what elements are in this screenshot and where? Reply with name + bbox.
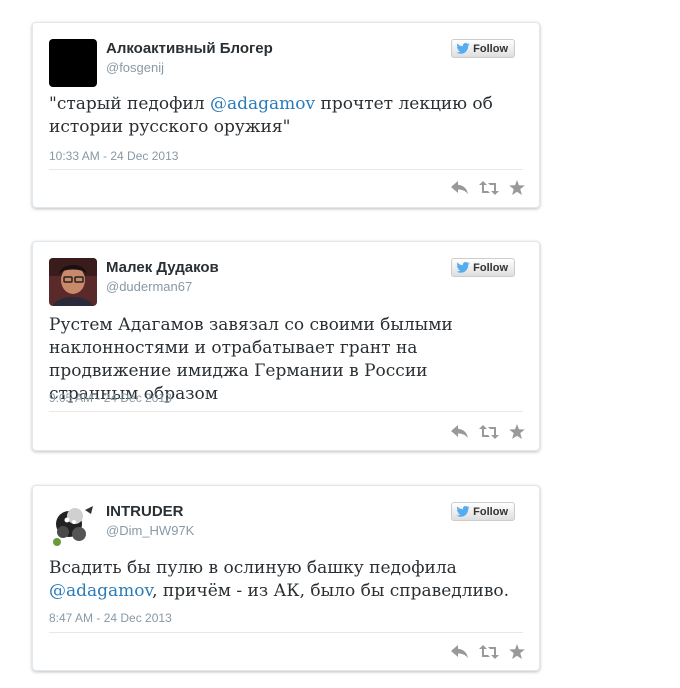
follow-label: Follow (473, 42, 508, 55)
follow-button[interactable]: Follow (451, 39, 515, 58)
reply-icon[interactable] (451, 424, 469, 439)
twitter-bird-icon (456, 506, 470, 517)
twitter-bird-icon (456, 43, 470, 54)
author-name[interactable]: INTRUDER (106, 503, 184, 520)
retweet-icon[interactable] (479, 644, 499, 659)
tweet-actions (451, 424, 525, 439)
mention-link[interactable]: @adagamov (49, 581, 152, 601)
favorite-star-icon[interactable] (509, 424, 525, 439)
twitter-bird-icon (456, 262, 470, 273)
follow-label: Follow (473, 261, 508, 274)
follow-button[interactable]: Follow (451, 258, 515, 277)
tweet-text: Всадить бы пулю в ослиную башку педофила… (49, 558, 510, 601)
author-name[interactable]: Малек Дудаков (106, 259, 219, 276)
avatar[interactable] (49, 258, 97, 306)
tweet-card: Алкоактивный Блогер @fosgenij Follow "ст… (32, 22, 540, 208)
retweet-icon[interactable] (479, 180, 499, 195)
avatar[interactable] (49, 39, 97, 87)
tweet-actions (451, 180, 525, 195)
tweet-date[interactable]: 10:33 AM - 24 Dec 2013 (49, 149, 178, 163)
tweet-text: "старый педофил @adagamov прочтет лекцию… (49, 94, 493, 137)
divider (49, 411, 523, 412)
tweet-actions (451, 644, 525, 659)
author-handle[interactable]: @Dim_HW97K (106, 523, 194, 538)
retweet-icon[interactable] (479, 424, 499, 439)
follow-label: Follow (473, 505, 508, 518)
author-handle[interactable]: @fosgenij (106, 60, 164, 75)
favorite-star-icon[interactable] (509, 644, 525, 659)
tweet-card: INTRUDER @Dim_HW97K Follow Всадить бы пу… (32, 485, 540, 671)
tweet-card: Малек Дудаков @duderman67 Follow Рустем … (32, 241, 540, 451)
mention-link[interactable]: @adagamov (210, 94, 315, 114)
tweet-date[interactable]: 8:47 AM - 24 Dec 2013 (49, 611, 172, 625)
tweet-date[interactable]: 9:05 AM - 24 Dec 2013 (49, 391, 172, 405)
author-handle[interactable]: @duderman67 (106, 279, 192, 294)
reply-icon[interactable] (451, 180, 469, 195)
follow-button[interactable]: Follow (451, 502, 515, 521)
avatar[interactable] (49, 502, 97, 550)
author-name[interactable]: Алкоактивный Блогер (106, 40, 273, 57)
reply-icon[interactable] (451, 644, 469, 659)
divider (49, 169, 523, 170)
divider (49, 632, 523, 633)
favorite-star-icon[interactable] (509, 180, 525, 195)
